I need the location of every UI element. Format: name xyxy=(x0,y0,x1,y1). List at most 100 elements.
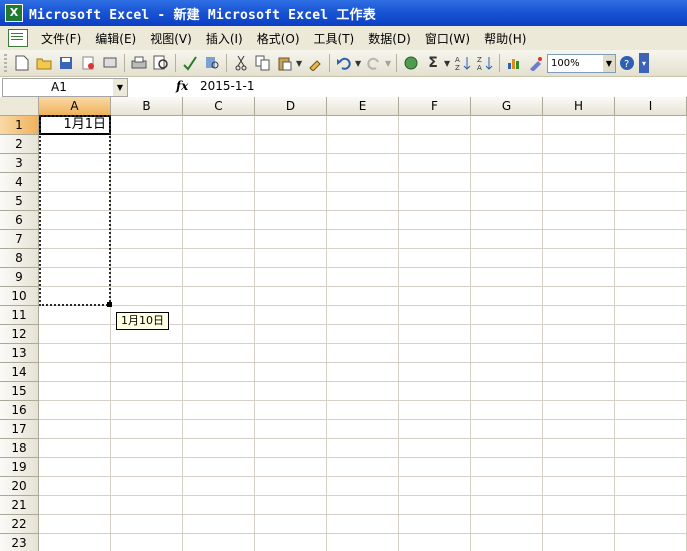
autosum-dropdown-icon[interactable]: ▼ xyxy=(444,59,452,68)
standard-toolbar: ▼ ▼ ▼ Σ ▼ AZ ZA 100% ▼ ? ▾ xyxy=(0,50,687,77)
undo-dropdown-icon[interactable]: ▼ xyxy=(355,59,363,68)
excel-icon: X xyxy=(5,4,23,22)
sort-descending-icon[interactable]: ZA xyxy=(475,53,495,73)
toolbar-options-icon[interactable]: ▾ xyxy=(639,53,649,73)
row-header-15[interactable]: 15 xyxy=(0,382,39,401)
zoom-dropdown-icon[interactable]: ▼ xyxy=(603,54,615,72)
grid-row-line xyxy=(39,419,687,420)
insert-function-icon[interactable]: fx xyxy=(176,79,188,93)
row-header-7[interactable]: 7 xyxy=(0,230,39,249)
row-header-23[interactable]: 23 xyxy=(0,534,39,551)
row-header-21[interactable]: 21 xyxy=(0,496,39,515)
grid-row-line xyxy=(39,229,687,230)
grid-row-line xyxy=(39,495,687,496)
row-header-3[interactable]: 3 xyxy=(0,154,39,173)
paste-dropdown-icon[interactable]: ▼ xyxy=(296,59,304,68)
format-painter-icon[interactable] xyxy=(305,53,325,73)
row-header-8[interactable]: 8 xyxy=(0,249,39,268)
row-header-14[interactable]: 14 xyxy=(0,363,39,382)
drawing-icon[interactable] xyxy=(526,53,546,73)
menu-data[interactable]: 数据(D) xyxy=(361,30,418,47)
name-box-dropdown-icon[interactable]: ▼ xyxy=(113,79,127,96)
menu-tools[interactable]: 工具(T) xyxy=(307,30,362,47)
row-header-20[interactable]: 20 xyxy=(0,477,39,496)
open-icon[interactable] xyxy=(34,53,54,73)
select-all-button[interactable] xyxy=(0,97,39,116)
window-title: Microsoft Excel - 新建 Microsoft Excel 工作表 xyxy=(29,7,376,23)
grid-row-line xyxy=(39,343,687,344)
cut-icon[interactable] xyxy=(231,53,251,73)
menu-window[interactable]: 窗口(W) xyxy=(418,30,477,47)
name-box-value: A1 xyxy=(51,80,67,94)
save-icon[interactable] xyxy=(56,53,76,73)
menu-edit[interactable]: 编辑(E) xyxy=(88,30,143,47)
row-header-6[interactable]: 6 xyxy=(0,211,39,230)
preview-icon[interactable] xyxy=(151,53,171,73)
menu-file[interactable]: 文件(F) xyxy=(34,30,88,47)
grid-row-line xyxy=(39,381,687,382)
redo-icon[interactable] xyxy=(364,53,384,73)
menu-help[interactable]: 帮助(H) xyxy=(477,30,533,47)
new-icon[interactable] xyxy=(12,53,32,73)
row-header-1[interactable]: 1 xyxy=(0,116,39,135)
row-header-18[interactable]: 18 xyxy=(0,439,39,458)
row-header-4[interactable]: 4 xyxy=(0,173,39,192)
svg-text:A: A xyxy=(455,56,460,64)
row-header-13[interactable]: 13 xyxy=(0,344,39,363)
grid-column-line xyxy=(614,116,615,551)
spelling-icon[interactable] xyxy=(180,53,200,73)
sort-ascending-icon[interactable]: AZ xyxy=(453,53,473,73)
row-header-11[interactable]: 11 xyxy=(0,306,39,325)
row-header-17[interactable]: 17 xyxy=(0,420,39,439)
row-header-19[interactable]: 19 xyxy=(0,458,39,477)
research-icon[interactable] xyxy=(202,53,222,73)
fill-handle[interactable] xyxy=(107,302,112,307)
copy-icon[interactable] xyxy=(253,53,273,73)
column-header-g[interactable]: G xyxy=(471,97,543,116)
name-box[interactable]: A1 ▼ xyxy=(2,78,128,97)
menu-format[interactable]: 格式(O) xyxy=(250,30,307,47)
redo-dropdown-icon[interactable]: ▼ xyxy=(385,59,393,68)
column-header-e[interactable]: E xyxy=(327,97,399,116)
grid-row-line xyxy=(39,438,687,439)
workbook-icon[interactable] xyxy=(8,29,28,47)
column-header-b[interactable]: B xyxy=(111,97,183,116)
column-header-h[interactable]: H xyxy=(543,97,615,116)
column-header-i[interactable]: I xyxy=(615,97,687,116)
zoom-select[interactable]: 100% ▼ xyxy=(547,53,616,73)
formula-input[interactable]: 2015-1-1 xyxy=(194,78,687,95)
column-header-d[interactable]: D xyxy=(255,97,327,116)
chart-wizard-icon[interactable] xyxy=(504,53,524,73)
print-preview-icon[interactable] xyxy=(100,53,120,73)
menu-view[interactable]: 视图(V) xyxy=(143,30,199,47)
help-icon[interactable]: ? xyxy=(617,53,637,73)
paste-icon[interactable] xyxy=(275,53,295,73)
column-header-f[interactable]: F xyxy=(399,97,471,116)
column-header-c[interactable]: C xyxy=(183,97,255,116)
column-header-a[interactable]: A xyxy=(39,97,111,116)
grid-row-line xyxy=(39,210,687,211)
toolbar-separator xyxy=(396,54,397,72)
autosum-icon[interactable]: Σ xyxy=(423,53,443,73)
grid-row-line xyxy=(39,248,687,249)
menu-bar: 文件(F) 编辑(E) 视图(V) 插入(I) 格式(O) 工具(T) 数据(D… xyxy=(0,26,687,51)
worksheet-grid[interactable]: 23 22 21 20 19 18 17 16 15 14 13 12 11 10 9 8 7 6 5 4 3 2 1 I H G… xyxy=(0,97,687,551)
permission-icon[interactable] xyxy=(78,53,98,73)
row-header-5[interactable]: 5 xyxy=(0,192,39,211)
row-header-9[interactable]: 9 xyxy=(0,268,39,287)
row-header-22[interactable]: 22 xyxy=(0,515,39,534)
row-header-10[interactable]: 10 xyxy=(0,287,39,306)
grid-column-line xyxy=(326,116,327,551)
fill-selection-range xyxy=(39,115,111,306)
grid-row-line xyxy=(39,286,687,287)
row-header-2[interactable]: 2 xyxy=(0,135,39,154)
hyperlink-icon[interactable] xyxy=(401,53,421,73)
row-header-16[interactable]: 16 xyxy=(0,401,39,420)
svg-text:Z: Z xyxy=(477,56,482,64)
toolbar-grip[interactable] xyxy=(4,54,7,72)
title-bar: X Microsoft Excel - 新建 Microsoft Excel 工… xyxy=(0,0,687,26)
undo-icon[interactable] xyxy=(334,53,354,73)
row-header-12[interactable]: 12 xyxy=(0,325,39,344)
menu-insert[interactable]: 插入(I) xyxy=(199,30,250,47)
print-icon[interactable] xyxy=(129,53,149,73)
